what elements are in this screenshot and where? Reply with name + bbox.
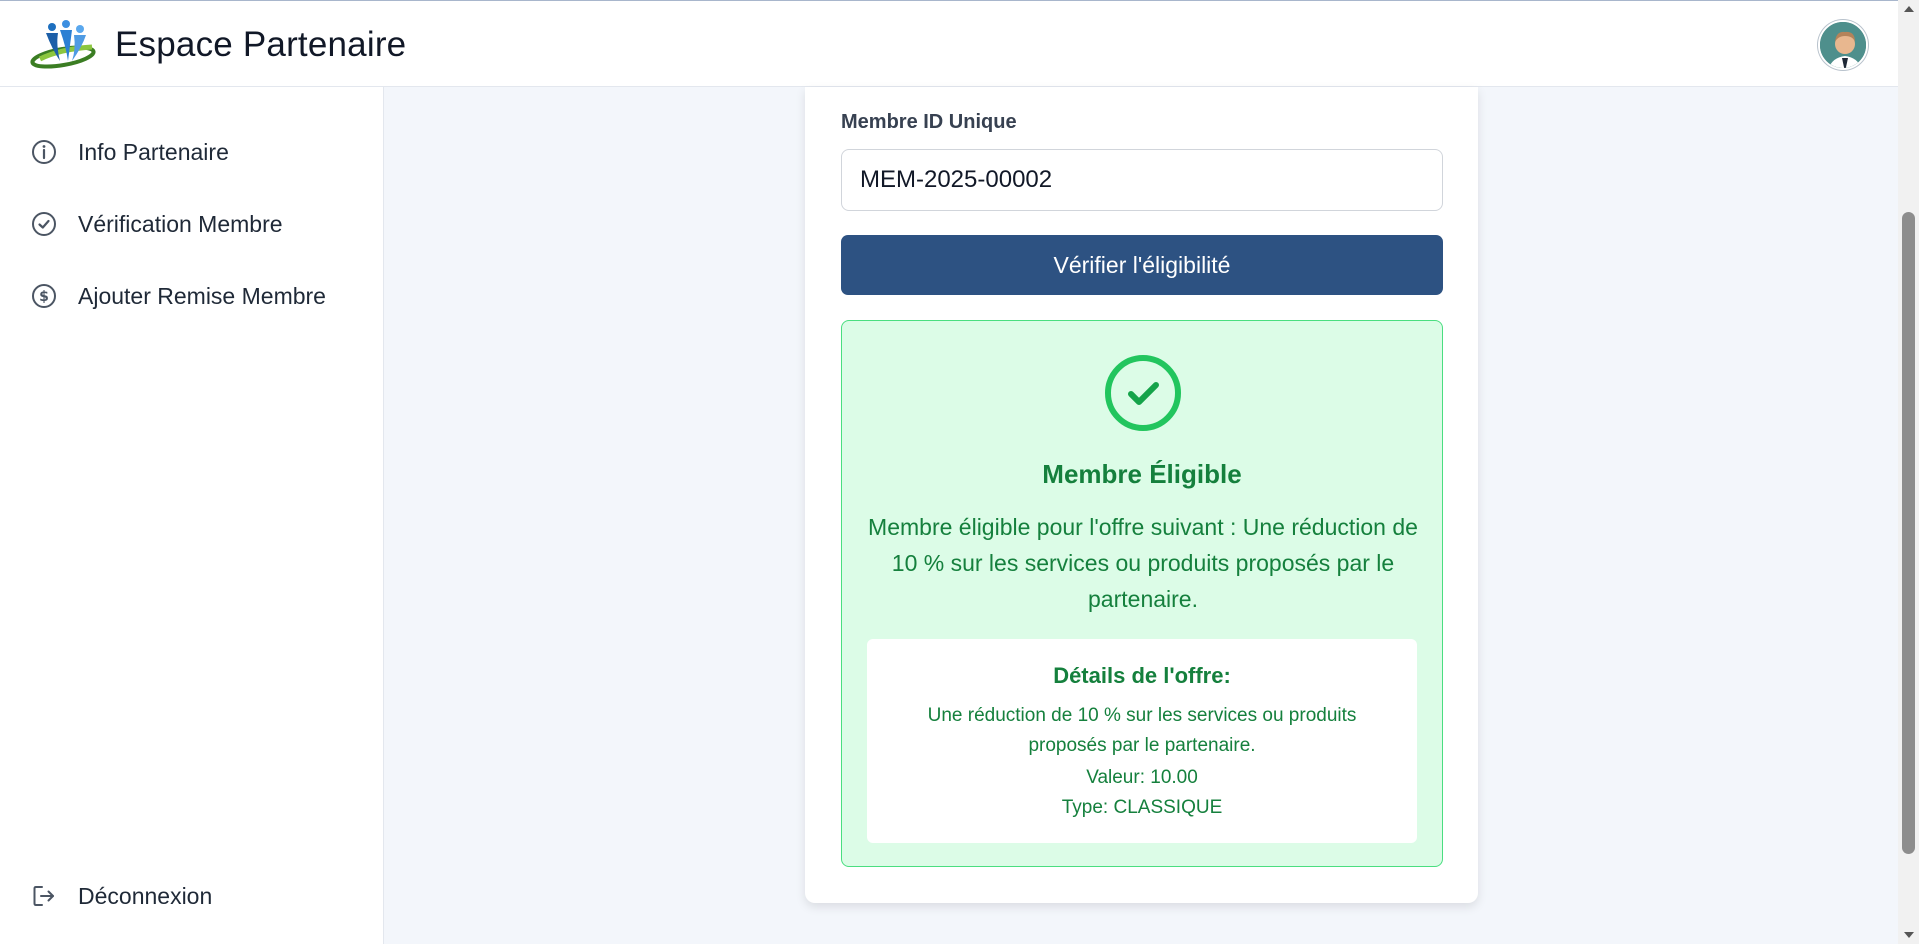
verify-eligibility-button[interactable]: Vérifier l'éligibilité (841, 235, 1443, 295)
sidebar-item-ajouter-remise-membre[interactable]: $ Ajouter Remise Membre (30, 276, 326, 316)
result-description: Membre éligible pour l'offre suivant : U… (868, 514, 1418, 612)
top-header: Espace Partenaire (0, 0, 1898, 87)
member-id-input[interactable] (841, 149, 1443, 211)
user-avatar-icon[interactable] (1818, 20, 1868, 70)
offer-title: Détails de l'offre: (1053, 663, 1231, 688)
info-icon (30, 138, 58, 166)
sidebar-item-label: Ajouter Remise Membre (78, 282, 326, 309)
sidebar-item-label: Info Partenaire (78, 138, 229, 165)
offer-details: Détails de l'offre: Une réduction de 10 … (867, 639, 1417, 843)
people-swoosh-logo-icon (30, 20, 96, 69)
check-circle-icon (30, 210, 58, 238)
scroll-up-arrow-icon[interactable] (1898, 0, 1919, 18)
sidebar-item-info-partenaire[interactable]: Info Partenaire (30, 132, 229, 172)
offer-description: Une réduction de 10 % sur les services o… (927, 705, 1357, 756)
offer-value: Valeur: 10.00 (1086, 767, 1198, 788)
sidebar: Info Partenaire Vérification Membre $ Aj… (0, 87, 384, 944)
result-title: Membre Éligible (1042, 459, 1242, 489)
page-scrollbar[interactable] (1898, 0, 1919, 944)
scrollbar-thumb[interactable] (1902, 212, 1915, 854)
verification-card: Membre ID Unique Vérifier l'éligibilité … (805, 87, 1478, 903)
dollar-circle-icon: $ (30, 282, 58, 310)
scroll-down-arrow-icon[interactable] (1898, 926, 1919, 944)
success-check-icon (1105, 355, 1181, 431)
svg-text:$: $ (39, 289, 49, 305)
logout-button[interactable]: Déconnexion (30, 876, 212, 916)
offer-type: Type: CLASSIQUE (1061, 797, 1223, 818)
sidebar-item-label: Vérification Membre (78, 210, 283, 237)
eligibility-result: Membre Éligible Membre éligible pour l'o… (841, 320, 1443, 867)
logout-label: Déconnexion (78, 882, 213, 909)
app-title: Espace Partenaire (115, 25, 407, 64)
logout-icon (30, 882, 58, 910)
member-id-label: Membre ID Unique (841, 111, 1017, 133)
sidebar-item-verification-membre[interactable]: Vérification Membre (30, 204, 283, 244)
